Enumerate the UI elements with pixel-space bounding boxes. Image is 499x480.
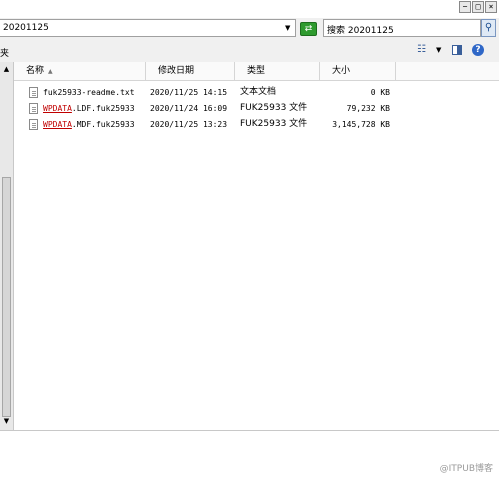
toolbar: 夹 ☷ ▼ ? — [0, 40, 499, 62]
file-name-text: .MDF.fuk25933 — [71, 120, 135, 129]
scroll-up-icon[interactable]: ▲ — [1, 64, 12, 75]
go-arrow-icon[interactable]: ⇄ — [300, 22, 317, 36]
file-modified: 2020/11/24 16:09 — [150, 104, 228, 113]
column-modified-label: 修改日期 — [158, 66, 195, 76]
file-name-text: fuk25933-readme.txt — [43, 88, 135, 97]
column-name[interactable]: 名称 ▲ — [14, 62, 146, 80]
file-type: 文本文档 — [240, 87, 277, 97]
column-size-label: 大小 — [332, 66, 351, 76]
address-row: 20201125 ▼ ⇄ 搜索 20201125 ⚲ — [0, 18, 499, 40]
file-name-redacted: WPDATA — [43, 104, 72, 113]
file-name: WPDATA.LDF.fuk25933 — [43, 101, 135, 116]
column-modified[interactable]: 修改日期 — [146, 62, 235, 80]
minimize-button[interactable]: − — [459, 1, 471, 13]
window-controls: − □ × — [459, 1, 497, 13]
address-bar[interactable]: 20201125 ▼ — [0, 19, 296, 37]
file-modified: 2020/11/25 13:23 — [150, 120, 228, 129]
close-button[interactable]: × — [485, 1, 497, 13]
magnifier-icon[interactable]: ⚲ — [481, 19, 496, 37]
maximize-button[interactable]: □ — [472, 1, 484, 13]
column-type-label: 类型 — [247, 66, 266, 76]
navigation-scrollbar[interactable]: ▲ ▼ — [0, 62, 14, 430]
chevron-down-icon[interactable]: ▼ — [285, 24, 290, 32]
preview-pane-icon[interactable] — [452, 45, 462, 55]
views-icon[interactable]: ☷ — [417, 44, 426, 55]
file-type: FUK25933 文件 — [240, 119, 308, 129]
file-row[interactable]: WPDATA.LDF.fuk25933 2020/11/24 16:09 FUK… — [14, 101, 499, 116]
column-header: 名称 ▲ 修改日期 类型 大小 — [14, 62, 499, 81]
file-name-redacted: WPDATA — [43, 120, 72, 129]
file-row[interactable]: fuk25933-readme.txt 2020/11/25 14:15 文本文… — [14, 85, 499, 100]
file-icon — [29, 103, 38, 114]
scroll-down-icon[interactable]: ▼ — [1, 416, 12, 427]
file-icon — [29, 119, 38, 130]
scroll-thumb[interactable] — [2, 177, 11, 417]
file-name: fuk25933-readme.txt — [43, 85, 135, 100]
file-type: FUK25933 文件 — [240, 103, 308, 113]
address-path: 20201125 — [3, 23, 49, 33]
views-dropdown-icon[interactable]: ▼ — [436, 46, 441, 54]
help-icon[interactable]: ? — [472, 44, 484, 56]
file-size: 3,145,728 KB — [332, 120, 390, 129]
search-text: 搜索 20201125 — [327, 26, 394, 36]
column-type[interactable]: 类型 — [235, 62, 320, 80]
sort-up-icon: ▲ — [48, 68, 53, 75]
toolbar-label: 夹 — [0, 49, 10, 59]
file-name-text: .LDF.fuk25933 — [71, 104, 135, 113]
watermark: @ITPUB博客 — [439, 464, 493, 474]
column-name-label: 名称 — [26, 66, 45, 76]
search-input[interactable]: 搜索 20201125 — [323, 19, 481, 37]
file-modified: 2020/11/25 14:15 — [150, 88, 228, 97]
file-row[interactable]: WPDATA.MDF.fuk25933 2020/11/25 13:23 FUK… — [14, 117, 499, 132]
column-size[interactable]: 大小 — [320, 62, 396, 80]
file-list: 名称 ▲ 修改日期 类型 大小 fuk25933-readme.txt 2020/… — [14, 62, 499, 430]
title-bar: − □ × — [0, 0, 499, 18]
file-size: 0 KB — [370, 88, 390, 97]
text-file-icon — [29, 87, 38, 98]
status-area: @ITPUB博客 — [0, 430, 499, 480]
file-size: 79,232 KB — [346, 104, 390, 113]
file-name: WPDATA.MDF.fuk25933 — [43, 117, 135, 132]
